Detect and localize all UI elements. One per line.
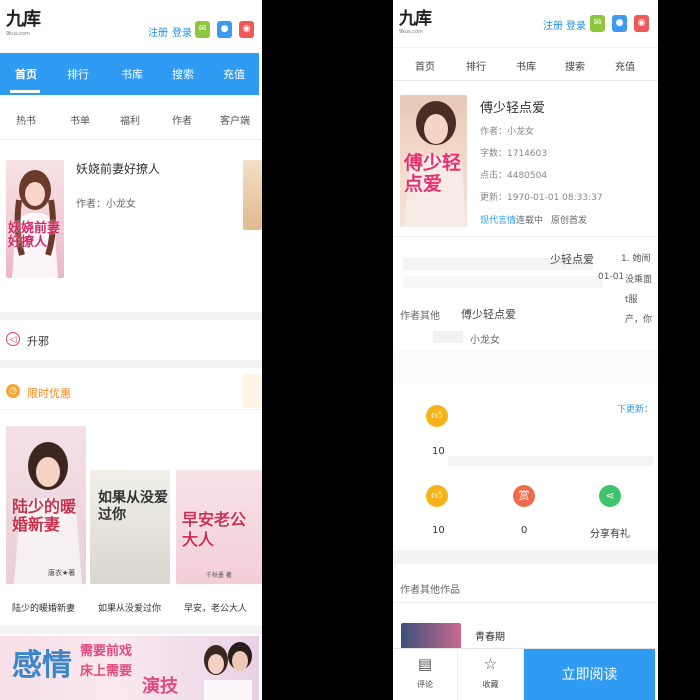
nav-recharge[interactable]: 充值: [223, 66, 245, 82]
main-nav: 首页 排行 书库 搜索 充值: [0, 53, 259, 95]
book-detail-cover: 傅少轻点爱: [400, 95, 467, 227]
rank-section-header[interactable]: ◁ 升邪: [0, 322, 262, 358]
desc-fragment-f: 产，你: [625, 315, 653, 325]
book-title: 傅少轻点爱: [480, 101, 546, 116]
book-clicks: 点击：4480504: [480, 171, 548, 181]
blurred-text-block-2: [403, 276, 603, 288]
other-works-heading: 作者其他作品: [400, 585, 460, 596]
other-title[interactable]: 傅少轻点爱: [461, 306, 516, 322]
book-updated: 更新：1970-01-01 08:33:37: [480, 193, 603, 203]
desc-fragment-d: 没乘面: [625, 275, 653, 285]
sale-peek: [243, 374, 262, 408]
subnav-welfare[interactable]: 福利: [120, 112, 140, 127]
clock-icon: ◷: [6, 384, 20, 398]
weibo-icon[interactable]: ◉: [239, 21, 254, 38]
desc-fragment-c: 01-01: [598, 272, 625, 282]
qq-icon-right[interactable]: ●: [612, 15, 627, 32]
section-gap: [393, 550, 658, 564]
desc-fragment-e: t服: [625, 295, 638, 305]
blurred-text-block-4: [448, 456, 653, 466]
featured-book-title[interactable]: 妖娆前妻好撩人: [76, 160, 160, 177]
author-line: 作者其他: [400, 311, 440, 322]
sale-section-header[interactable]: ◷ 限时优惠: [0, 374, 262, 410]
featured-cover[interactable]: 妖娆前妻好撩人: [6, 160, 64, 278]
book-title-3[interactable]: 早安，老公大人: [184, 601, 247, 614]
thumb-up-icon[interactable]: 👍︎: [426, 485, 448, 507]
divider: [393, 236, 658, 237]
speaker-icon: ◁: [6, 332, 20, 346]
read-now-button[interactable]: 立即阅读: [524, 649, 655, 700]
left-header: 九库 9kus.com 注册 登录 ✉ ● ◉: [0, 0, 262, 52]
tag-category[interactable]: 现代言情: [480, 213, 516, 226]
r-nav-library[interactable]: 书库: [516, 58, 536, 73]
weibo-icon-right[interactable]: ◉: [634, 15, 649, 32]
bottom-action-bar: ▤ 评论 ☆ 收藏 立即阅读: [393, 648, 658, 700]
blurred-text-block-3: [433, 331, 463, 343]
star-icon: ☆: [483, 655, 498, 673]
nav-search[interactable]: 搜索: [172, 66, 194, 82]
right-nav: 首页 排行 书库 搜索 充值: [393, 47, 658, 81]
section-divider-3: [0, 626, 262, 634]
left-screen: 九库 9kus.com 注册 登录 ✉ ● ◉ 首页 排行 书库 搜索 充值 热…: [0, 0, 262, 700]
author-name-line[interactable]: 小龙女: [470, 331, 500, 346]
featured-book-author: 作者：小龙女: [76, 199, 136, 210]
thumb-up-icon[interactable]: 👍︎: [426, 405, 448, 427]
comment-button[interactable]: ▤ 评论: [393, 649, 458, 700]
promo-banner[interactable]: 感情 需要前戏 床上需要 演技: [0, 636, 259, 700]
tag-original: 原创首发: [551, 216, 588, 226]
like-count: 10: [432, 525, 445, 536]
book-title-1[interactable]: 陆少的暖婚新妻: [12, 601, 75, 614]
nav-library[interactable]: 书库: [121, 66, 143, 82]
section-divider: [0, 312, 262, 320]
couple-photo: [204, 642, 252, 700]
book-cover-1[interactable]: 陆少的暖婚新妻 唐衣★著: [6, 426, 86, 584]
register-link-right[interactable]: 注册: [543, 17, 563, 32]
login-link-right[interactable]: 登录: [566, 17, 586, 32]
r-nav-home[interactable]: 首页: [415, 58, 435, 73]
site-logo-right[interactable]: 九库 9kus.com: [399, 9, 432, 35]
share-label[interactable]: 分享有礼: [590, 525, 630, 540]
desc-fragment-a: 少轻点爱: [550, 253, 594, 266]
book-cover-2[interactable]: 如果从没爱过你: [90, 470, 170, 584]
share-icon[interactable]: ⋖: [599, 485, 621, 507]
subnav-client[interactable]: 客户端: [220, 112, 250, 127]
reward-icon[interactable]: 赏: [513, 485, 535, 507]
register-link[interactable]: 注册: [148, 24, 168, 39]
other-work-cover[interactable]: [401, 623, 461, 649]
collect-button[interactable]: ☆ 收藏: [458, 649, 524, 700]
update-link[interactable]: 下更新：: [617, 402, 653, 415]
login-link[interactable]: 登录: [172, 24, 192, 39]
book-word-count: 字数：1714603: [480, 149, 548, 159]
comment-icon: ▤: [417, 655, 433, 673]
book-title-2[interactable]: 如果从没爱过你: [98, 601, 161, 614]
right-header: 九库 9kus.com 注册 登录 ✉ ● ◉: [393, 0, 658, 46]
site-logo[interactable]: 九库 9kus.com: [6, 10, 42, 44]
woman-illustration: [12, 170, 58, 278]
other-work-title[interactable]: 青春期: [475, 628, 505, 643]
divider: [393, 602, 658, 603]
qq-icon[interactable]: ●: [217, 21, 232, 38]
desc-fragment-b: 1. 她闹: [621, 254, 651, 264]
like-count-top: 10: [432, 446, 445, 457]
sub-nav: 热书 书单 福利 作者 客户端: [0, 96, 262, 140]
next-cover-peek[interactable]: [243, 160, 262, 230]
subnav-author[interactable]: 作者: [172, 112, 192, 127]
subnav-booklist[interactable]: 书单: [70, 112, 90, 127]
r-nav-rank[interactable]: 排行: [466, 58, 486, 73]
nav-home[interactable]: 首页: [15, 66, 37, 82]
wechat-icon-right[interactable]: ✉: [590, 15, 605, 32]
right-screen: 九库 9kus.com 注册 登录 ✉ ● ◉ 首页 排行 书库 搜索 充值 傅…: [393, 0, 658, 700]
nav-rank[interactable]: 排行: [67, 66, 89, 82]
tag-status: 连载中: [516, 216, 544, 226]
spacer: [393, 350, 658, 384]
reward-count: 0: [521, 525, 528, 536]
wechat-icon[interactable]: ✉: [195, 21, 210, 38]
r-nav-search[interactable]: 搜索: [565, 58, 585, 73]
book-author[interactable]: 作者：小龙女: [480, 124, 534, 137]
r-nav-recharge[interactable]: 充值: [615, 58, 635, 73]
section-divider-2: [0, 360, 262, 368]
subnav-hot[interactable]: 热书: [16, 112, 36, 127]
nav-active-indicator: [10, 90, 40, 93]
book-cover-3[interactable]: 早安老公大人 千秋墨 著: [176, 470, 262, 584]
